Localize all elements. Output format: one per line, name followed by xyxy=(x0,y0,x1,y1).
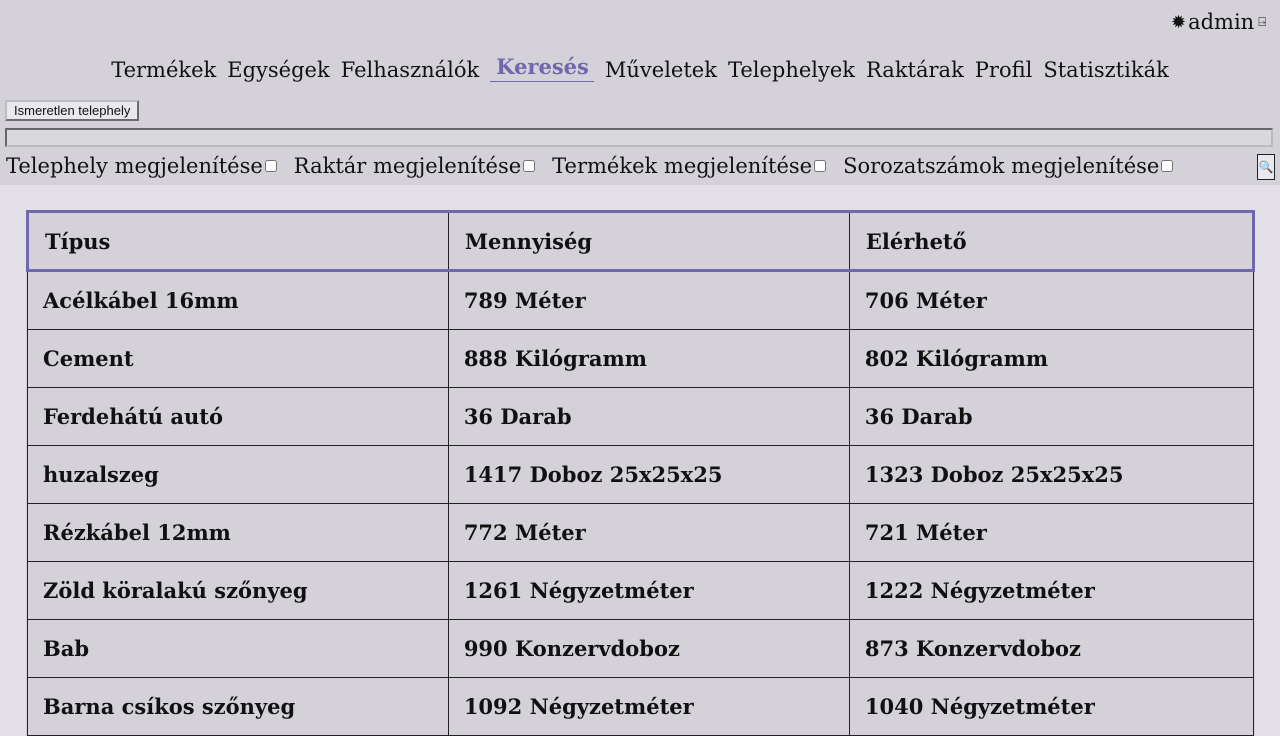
option-label: Telephely megjelenítése xyxy=(6,154,263,178)
table-cell: 1222 Négyzetméter xyxy=(848,561,1255,620)
table-cell: 706 Méter xyxy=(848,270,1255,330)
table-cell: Acélkábel 16mm xyxy=(27,270,449,330)
table-cell: 789 Méter xyxy=(447,270,850,330)
table-cell: 1261 Négyzetméter xyxy=(447,561,850,620)
option-1[interactable]: Raktár megjelenítése xyxy=(293,154,536,178)
option-2[interactable]: Termékek megjelenítése xyxy=(552,154,827,178)
option-label: Termékek megjelenítése xyxy=(552,154,813,178)
table-cell: 990 Konzervdoboz xyxy=(447,619,850,678)
table-cell: 1417 Doboz 25x25x25 xyxy=(447,445,850,504)
table-cell: 721 Méter xyxy=(848,503,1255,562)
table-cell: 873 Konzervdoboz xyxy=(848,619,1255,678)
table-cell: Barna csíkos szőnyeg xyxy=(27,677,449,736)
table-cell: Bab xyxy=(27,619,449,678)
option-0[interactable]: Telephely megjelenítése xyxy=(6,154,277,178)
table-cell: 1092 Négyzetméter xyxy=(447,677,850,736)
username[interactable]: admin xyxy=(1188,10,1254,34)
table-cell: 36 Darab xyxy=(447,387,850,446)
nav-item-0[interactable]: Termékek xyxy=(111,58,216,82)
search-button[interactable]: 🔍 xyxy=(1257,154,1275,180)
table-header-row: Típus Mennyiség Elérhető xyxy=(26,210,1256,272)
option-checkbox[interactable] xyxy=(523,160,536,172)
table-cell: 36 Darab xyxy=(848,387,1255,446)
table-cell: 1323 Doboz 25x25x25 xyxy=(848,445,1255,504)
table-cell: 772 Méter xyxy=(447,503,850,562)
column-header-type[interactable]: Típus xyxy=(26,210,449,272)
user-menu[interactable]: ✹ admin ⍈ xyxy=(1171,10,1266,34)
table-cell: Zöld köralakú szőnyeg xyxy=(27,561,449,620)
option-label: Raktár megjelenítése xyxy=(293,154,522,178)
sun-icon[interactable]: ✹ xyxy=(1171,12,1186,33)
logout-icon[interactable]: ⍈ xyxy=(1258,15,1266,30)
nav-item-3[interactable]: Keresés xyxy=(490,54,594,82)
table-cell: 802 Kilógramm xyxy=(848,329,1255,388)
table-cell: huzalszeg xyxy=(27,445,449,504)
nav-item-6[interactable]: Raktárak xyxy=(866,58,964,82)
table-row[interactable]: Zöld köralakú szőnyeg 1261 Négyzetméter 12… xyxy=(27,561,1255,620)
table-row[interactable]: Ferdehátú autó 36 Darab 36 Darab xyxy=(27,387,1255,446)
top-bar: ✹ admin ⍈ Termékek Egységek Felhasználók Ke… xyxy=(0,0,1280,185)
results-table: Típus Mennyiség Elérhető Acélkábel 16mm 7… xyxy=(26,210,1256,736)
table-cell: 1040 Négyzetméter xyxy=(848,677,1255,736)
column-header-available[interactable]: Elérhető xyxy=(848,210,1256,272)
nav-item-1[interactable]: Egységek xyxy=(227,58,329,82)
table-cell: Rézkábel 12mm xyxy=(27,503,449,562)
main-nav: Termékek Egységek Felhasználók Keresés Művel… xyxy=(0,54,1280,82)
table-row[interactable]: Cement 888 Kilógramm 802 Kilógramm xyxy=(27,329,1255,388)
nav-item-2[interactable]: Felhasználók xyxy=(341,58,480,82)
nav-item-7[interactable]: Profil xyxy=(975,58,1033,82)
table-row[interactable]: huzalszeg 1417 Doboz 25x25x25 1323 Doboz 2… xyxy=(27,445,1255,504)
nav-item-8[interactable]: Statisztikák xyxy=(1043,58,1168,82)
table-row[interactable]: Bab 990 Konzervdoboz 873 Konzervdoboz xyxy=(27,619,1255,678)
table-cell: Cement xyxy=(27,329,449,388)
column-header-quantity[interactable]: Mennyiség xyxy=(447,210,850,272)
site-button[interactable]: Ismeretlen telephely xyxy=(5,100,140,121)
table-cell: Ferdehátú autó xyxy=(27,387,449,446)
option-3[interactable]: Sorozatszámok megjelenítése xyxy=(843,154,1174,178)
option-checkbox[interactable] xyxy=(814,160,827,172)
table-row[interactable]: Acélkábel 16mm 789 Méter 706 Méter xyxy=(27,270,1255,330)
table-cell: 888 Kilógramm xyxy=(447,329,850,388)
display-options: Telephely megjelenítése Raktár megjelenít… xyxy=(6,154,1174,178)
search-icon: 🔍 xyxy=(1258,160,1274,174)
table-row[interactable]: Barna csíkos szőnyeg 1092 Négyzetméter 104… xyxy=(27,677,1255,736)
option-checkbox[interactable] xyxy=(264,160,277,172)
option-label: Sorozatszámok megjelenítése xyxy=(843,154,1160,178)
nav-item-4[interactable]: Műveletek xyxy=(605,58,717,82)
option-checkbox[interactable] xyxy=(1161,160,1174,172)
nav-item-5[interactable]: Telephelyek xyxy=(728,58,855,82)
table-row[interactable]: Rézkábel 12mm 772 Méter 721 Méter xyxy=(27,503,1255,562)
search-input[interactable] xyxy=(5,128,1273,147)
